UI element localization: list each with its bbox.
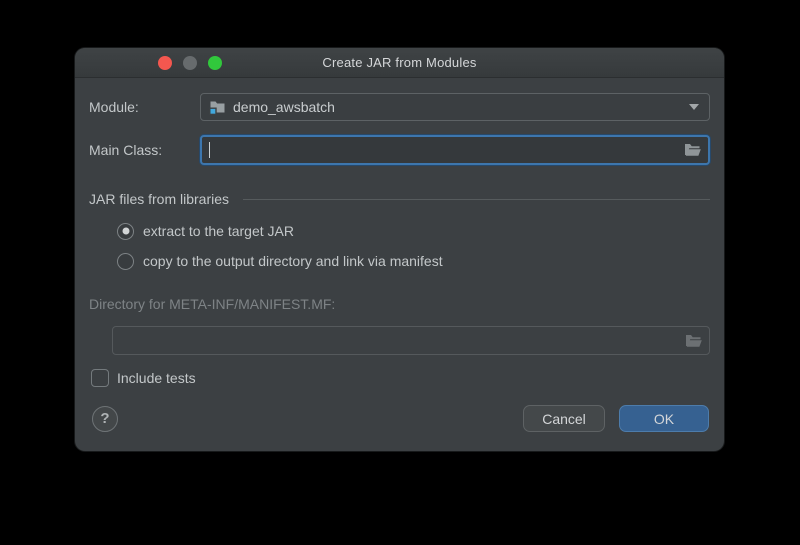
main-class-input[interactable]	[200, 135, 710, 165]
create-jar-from-modules-dialog: Create JAR from Modules Module: demo_aws…	[75, 48, 724, 451]
chevron-down-icon	[689, 104, 699, 110]
module-icon	[209, 99, 226, 116]
manifest-dir-label: Directory for META-INF/MANIFEST.MF:	[89, 296, 336, 312]
manifest-dir-input	[112, 326, 710, 355]
footer: ? Cancel OK	[92, 405, 709, 432]
browse-folder-icon	[685, 333, 703, 348]
help-button[interactable]: ?	[92, 405, 118, 432]
libraries-section-header: JAR files from libraries	[89, 190, 710, 208]
section-divider	[243, 198, 710, 200]
radio-label: extract to the target JAR	[143, 223, 294, 239]
libraries-section-title: JAR files from libraries	[89, 191, 230, 207]
question-mark-icon: ?	[100, 410, 110, 427]
ok-button[interactable]: OK	[619, 405, 709, 432]
titlebar[interactable]: Create JAR from Modules	[75, 48, 724, 78]
cancel-button[interactable]: Cancel	[523, 405, 605, 432]
module-value: demo_awsbatch	[233, 99, 335, 115]
module-row: Module: demo_awsbatch	[89, 93, 710, 121]
radio-icon[interactable]	[117, 222, 134, 240]
close-button[interactable]	[158, 56, 172, 70]
module-combobox[interactable]: demo_awsbatch	[200, 93, 710, 121]
radio-option-copy[interactable]: copy to the output directory and link vi…	[117, 251, 710, 271]
radio-option-extract[interactable]: extract to the target JAR	[117, 221, 710, 241]
include-tests-label: Include tests	[117, 369, 196, 386]
radio-label: copy to the output directory and link vi…	[143, 253, 443, 269]
minimize-button-disabled	[183, 56, 197, 70]
module-label: Module:	[89, 99, 139, 115]
screen-background: Create JAR from Modules Module: demo_aws…	[0, 0, 800, 545]
radio-icon[interactable]	[117, 252, 134, 270]
manifest-dir-row	[112, 326, 710, 355]
include-tests-row[interactable]: Include tests	[91, 368, 710, 387]
manifest-dir-label-row: Directory for META-INF/MANIFEST.MF:	[89, 295, 710, 313]
main-class-row: Main Class:	[89, 134, 710, 166]
browse-folder-icon[interactable]	[684, 143, 702, 158]
main-class-label: Main Class:	[89, 142, 163, 158]
include-tests-checkbox[interactable]	[91, 368, 109, 387]
zoom-button[interactable]	[208, 56, 222, 70]
text-caret	[209, 142, 210, 158]
traffic-lights	[158, 56, 222, 70]
dialog-title: Create JAR from Modules	[322, 55, 477, 70]
